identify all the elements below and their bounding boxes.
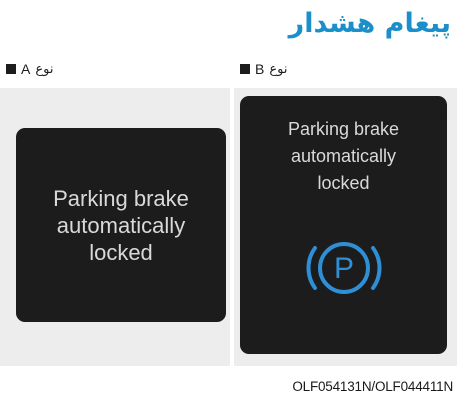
page-title: پیغام هشدار — [288, 8, 451, 39]
message-line: locked — [89, 239, 153, 265]
message-line: automatically — [56, 212, 186, 238]
parking-brake-icon: P — [306, 242, 381, 294]
warning-message: Parking brake automatically locked — [240, 116, 447, 197]
type-label: نوع — [35, 61, 54, 77]
type-letter: B — [255, 61, 265, 77]
figure-code: OLF054131N/OLF044411N — [292, 379, 453, 394]
message-line: Parking brake — [287, 119, 400, 139]
message-line: locked — [317, 173, 370, 193]
warning-message: Parking brake automatically locked — [53, 185, 189, 266]
svg-text:P: P — [333, 252, 353, 285]
message-line: automatically — [290, 146, 397, 166]
type-letter: A — [21, 61, 31, 77]
panel-header-a: A نوع — [0, 50, 230, 88]
cluster-display-b: Parking brake automatically locked P — [240, 96, 447, 354]
panel-type-a: A نوع Parking brake automatically locked — [0, 50, 230, 366]
panel-type-b: B نوع Parking brake automatically locked… — [234, 50, 457, 366]
bullet-square-icon — [240, 64, 250, 74]
message-line: Parking brake — [53, 185, 189, 211]
cluster-display-a: Parking brake automatically locked — [16, 128, 226, 322]
type-label: نوع — [269, 61, 288, 77]
bullet-square-icon — [6, 64, 16, 74]
panel-header-b: B نوع — [234, 50, 457, 88]
